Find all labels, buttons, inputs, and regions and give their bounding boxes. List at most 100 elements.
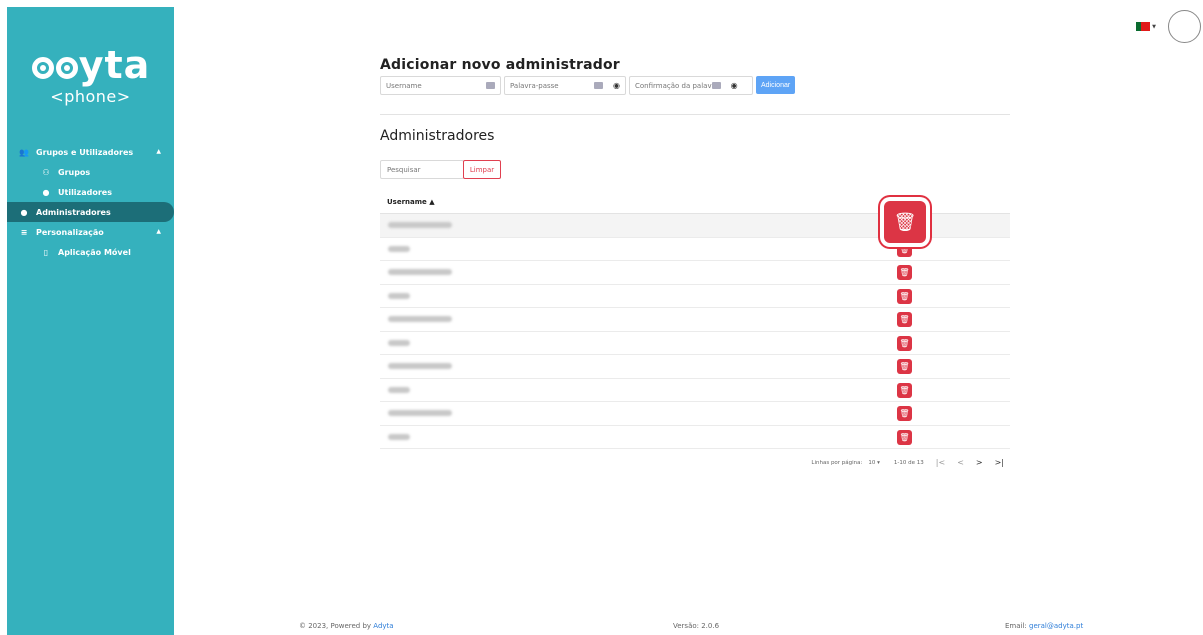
confirm-placeholder: Confirmação da palav [635,81,712,90]
trash-icon: 🗑 [893,211,917,233]
sidebar-item-label: Personalização [36,227,104,237]
table-row: 🗑 [380,355,1010,379]
clear-button[interactable]: Limpar [463,160,501,179]
trash-icon: 🗑 [899,409,910,418]
users-icon: 👥 [19,147,29,157]
delete-button[interactable]: 🗑 [897,359,912,374]
username-cell [388,316,452,323]
sidebar-item-personalizacao[interactable]: ≡ Personalização ▲ [7,222,174,242]
password-field[interactable]: Palavra-passe ◉ [504,76,626,95]
table-row: 🗑 [380,332,1010,355]
footer-version: Versão: 2.0.6 [673,622,720,630]
next-page-icon[interactable]: > [976,458,983,467]
table-row: 🗑 [380,402,1010,426]
pagination: Linhas por página: 10 ▾ 1-10 de 13 |< < … [380,458,1004,467]
sidebar-nav: 👥 Grupos e Utilizadores ▲ ⚇ Grupos ● Uti… [7,142,174,262]
search-row: Pesquisar Limpar [380,160,501,179]
username-cell [388,269,452,276]
trash-icon: 🗑 [899,432,910,442]
portugal-flag-icon[interactable] [1136,22,1151,31]
admin-icon: ● [20,207,28,217]
username-field[interactable]: Username [380,76,501,95]
sidebar-item-label: Administradores [36,207,111,217]
table-row: 🗑 [380,261,1010,285]
search-placeholder: Pesquisar [387,165,421,174]
delete-button[interactable]: 🗑 [897,312,912,327]
chevron-up-icon: ▲ [156,148,161,155]
group-icon: ⚇ [42,167,50,177]
trash-icon: 🗑 [899,291,910,301]
delete-button[interactable]: 🗑 [897,241,912,257]
delete-button[interactable]: 🗑 [897,382,912,398]
eye-icon[interactable]: ◉ [613,81,620,90]
last-page-icon[interactable]: >| [995,458,1004,467]
delete-button[interactable]: 🗑 [897,265,912,280]
trash-icon: 🗑 [899,244,910,254]
mobile-icon: ▯ [43,247,49,257]
sidebar-item-grupos-utilizadores[interactable]: 👥 Grupos e Utilizadores ▲ [7,142,174,162]
add-admin-title: Adicionar novo administrador [380,57,620,73]
chevron-up-icon: ▲ [156,228,161,235]
sidebar-item-label: Grupos [58,167,91,177]
trash-icon: 🗑 [899,268,910,277]
delete-button[interactable]: 🗑 [897,429,912,445]
username-placeholder: Username [386,81,422,90]
trash-icon: 🗑 [899,315,910,324]
trash-icon: 🗑 [899,338,910,348]
rows-per-page-value: 10 [868,459,876,466]
email-link[interactable]: geral@adyta.pt [1029,622,1083,630]
delete-button[interactable]: 🗑 [897,335,912,351]
table-row: 🗑 [380,426,1010,449]
delete-button[interactable]: 🗑 [897,288,912,304]
username-cell [388,410,452,417]
top-right-controls: ▼ [1136,10,1203,43]
rows-per-page-label: Linhas por página: [811,459,863,466]
key-icon [711,82,721,89]
rows-per-page-select[interactable]: 10 ▾ [868,460,880,466]
sidebar-item-grupos[interactable]: ⚇ Grupos [7,162,174,182]
first-page-icon[interactable]: |< [936,458,945,467]
sidebar-item-label: Aplicação Móvel [58,247,131,257]
column-username[interactable]: Username ▲ [380,198,435,206]
admins-table: Username ▲ Acões 🗑 🗑 🗑 🗑 🗑 🗑 🗑 🗑 🗑 🗑 [380,191,1010,449]
key-icon [486,82,495,89]
delete-button[interactable]: 🗑 [897,406,912,421]
trash-icon: 🗑 [899,385,910,395]
username-cell [388,386,410,393]
search-input[interactable]: Pesquisar [380,160,464,179]
delete-button[interactable]: 🗑 [884,201,926,243]
add-button[interactable]: Adicionar [756,76,796,94]
sidebar-item-aplicacao-movel[interactable]: ▯ Aplicação Móvel [7,242,174,262]
divider [380,114,1010,115]
key-icon [594,82,604,89]
username-cell [388,433,410,440]
logo-text: yta [7,45,174,85]
sidebar-item-utilizadores[interactable]: ● Utilizadores [7,182,174,202]
username-cell [388,292,410,299]
logo-sub: <phone> [50,87,131,106]
sidebar-item-administradores[interactable]: ● Administradores [7,202,174,222]
sliders-icon: ≡ [20,227,28,237]
table-row: 🗑 [380,379,1010,402]
email-label: Email: [1005,622,1030,630]
username-cell [388,339,410,346]
page-range: 1-10 de 13 [893,459,924,466]
username-cell [388,363,452,370]
username-cell [388,245,410,252]
password-placeholder: Palavra-passe [510,81,559,90]
sidebar-item-label: Utilizadores [58,187,112,197]
copyright-text: © 2023, Powered by [299,622,374,630]
confirm-password-field[interactable]: Confirmação da palav ◉ [629,76,753,95]
chevron-down-icon[interactable]: ▼ [1152,24,1156,30]
footer-email: Email: geral@adyta.pt [1005,622,1083,630]
table-row: 🗑 [380,285,1010,308]
trash-icon: 🗑 [899,362,910,371]
admins-title: Administradores [380,128,495,144]
eye-icon[interactable]: ◉ [731,81,738,90]
adyta-link[interactable]: Adyta [373,622,393,630]
sidebar: yta <phone> 👥 Grupos e Utilizadores ▲ ⚇ … [7,7,174,635]
avatar[interactable] [1168,10,1201,43]
add-admin-form: Username Palavra-passe ◉ Confirmação da … [380,76,796,95]
sidebar-item-label: Grupos e Utilizadores [36,147,134,157]
prev-page-icon[interactable]: < [957,458,964,467]
